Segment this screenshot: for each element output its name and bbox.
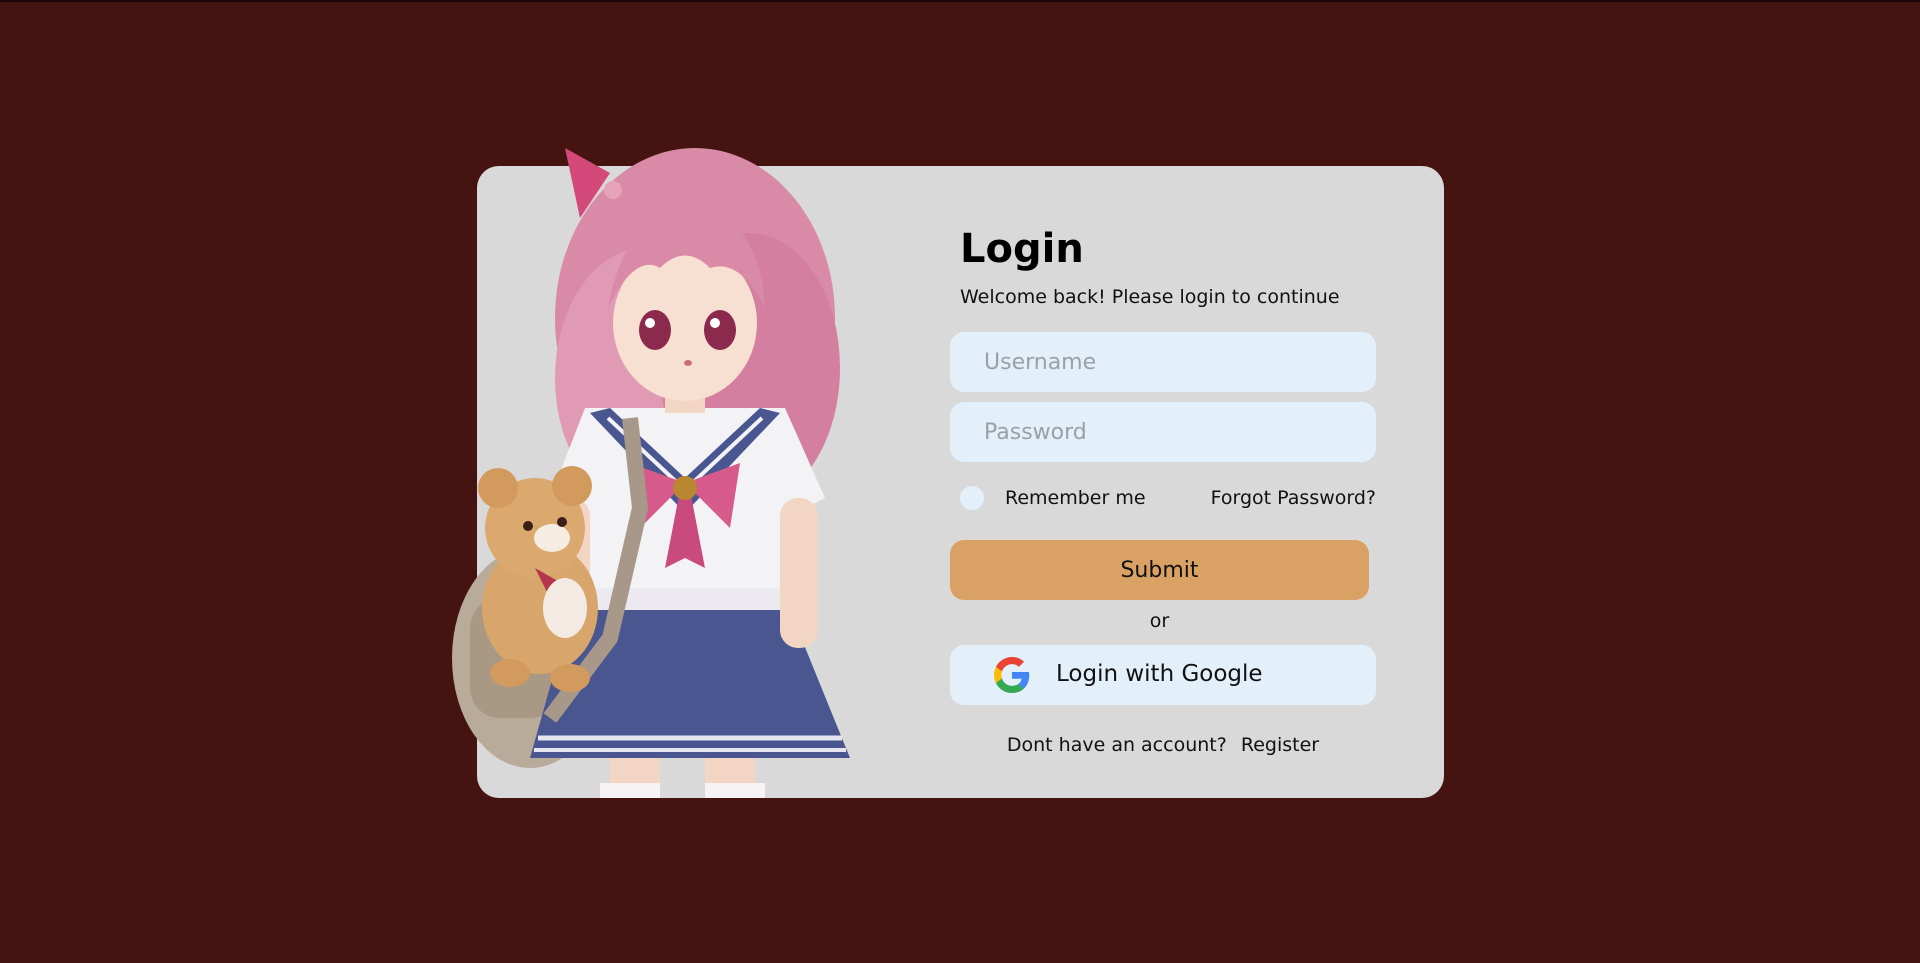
submit-button[interactable]: Submit: [950, 540, 1369, 600]
username-input[interactable]: [950, 332, 1376, 392]
remember-me-checkbox[interactable]: [960, 486, 984, 510]
login-subtitle: Welcome back! Please login to continue: [960, 286, 1340, 308]
login-form: Login Welcome back! Please login to cont…: [950, 166, 1380, 798]
remember-row: Remember me Forgot Password?: [960, 484, 1380, 512]
google-login-button[interactable]: Login with Google: [950, 645, 1376, 705]
register-row: Dont have an account? Register: [950, 734, 1376, 756]
login-title: Login: [960, 226, 1084, 272]
anime-girl-illustration: [440, 118, 930, 798]
forgot-password-link[interactable]: Forgot Password?: [1211, 487, 1376, 509]
register-prompt: Dont have an account?: [1006, 734, 1227, 756]
or-divider-text: or: [1149, 610, 1170, 632]
register-link[interactable]: Register: [1241, 734, 1319, 756]
google-login-label: Login with Google: [1056, 661, 1263, 687]
google-g-icon: [994, 657, 1030, 693]
password-input[interactable]: [950, 402, 1376, 462]
remember-me-label[interactable]: Remember me: [1005, 487, 1146, 509]
top-border: [0, 0, 1920, 2]
